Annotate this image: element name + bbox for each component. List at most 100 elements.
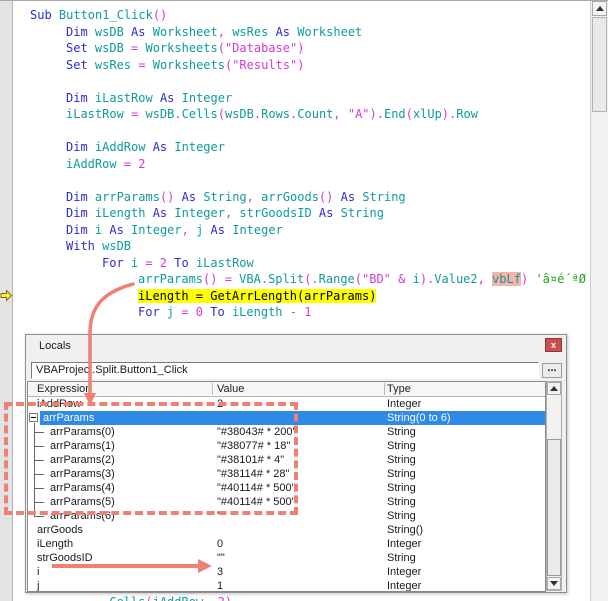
code-line[interactable]: Set wsDB = Worksheets("Database"): [13, 40, 591, 57]
code-token: Integer: [174, 206, 225, 220]
value-cell: "#38114# * 28": [217, 467, 289, 481]
locals-row[interactable]: arrGoodsString(): [28, 523, 545, 537]
scroll-down-button[interactable]: [547, 577, 561, 590]
code-token: Button1_Click: [59, 8, 153, 22]
code-token: Dim: [66, 140, 95, 154]
code-line[interactable]: [13, 172, 591, 189]
code-token: iLastRow: [66, 107, 131, 121]
code-line[interactable]: Dim arrParams() As String, arrGoods() As…: [13, 189, 591, 206]
code-token: - 1: [283, 305, 312, 319]
code-line[interactable]: For j = 0 To iLength - 1: [13, 304, 591, 321]
tree-expander-minus-icon[interactable]: [29, 413, 38, 422]
type-cell: String: [387, 509, 416, 523]
locals-grid: Expression Value Type iAddRow2Integerarr…: [27, 381, 546, 592]
locals-row[interactable]: arrParams(4)"#40114# * 500"String: [28, 481, 545, 495]
value-cell: "#40114# * 500": [217, 481, 296, 495]
value-cell: "#38077# * 18": [217, 439, 290, 453]
code-token: (): [153, 8, 167, 22]
code-token: As: [341, 190, 363, 204]
code-token: (): [160, 190, 182, 204]
locals-row[interactable]: j1Integer: [28, 579, 545, 592]
code-token: With: [66, 239, 102, 253]
value-cell: 2: [217, 397, 223, 411]
expression-cell: i: [37, 565, 39, 579]
value-cell: "#38101# * 4": [217, 453, 284, 467]
code-line[interactable]: Set wsRes = Worksheets("Results"): [13, 57, 591, 74]
code-line[interactable]: Dim i As Integer, j As Integer: [13, 222, 591, 239]
code-line[interactable]: With wsDB: [13, 238, 591, 255]
editor-vertical-scrollbar[interactable]: [590, 1, 608, 601]
code-token: wsRes: [95, 58, 138, 72]
expression-cell: arrParams(4): [50, 481, 115, 495]
code-token: Row: [456, 107, 478, 121]
editor-scrollbar-thumb[interactable]: [592, 17, 607, 112]
code-line[interactable]: Dim iLastRow As Integer: [13, 90, 591, 107]
scroll-up-button[interactable]: [547, 382, 561, 395]
code-line[interactable]: Dim wsDB As Worksheet, wsRes As Workshee…: [13, 24, 591, 41]
column-separator[interactable]: [212, 383, 213, 395]
code-token: strGoodsID: [239, 206, 318, 220]
locals-scrollbar[interactable]: [546, 381, 562, 591]
code-token: iLength: [232, 305, 283, 319]
type-cell: Integer: [387, 579, 421, 592]
code-line[interactable]: [13, 73, 591, 90]
scroll-up-button[interactable]: [592, 1, 607, 16]
code-token: ("Database"): [218, 41, 305, 55]
code-line[interactable]: iAddRow = 2: [13, 156, 591, 173]
code-token: Rows: [261, 107, 290, 121]
column-separator[interactable]: [384, 383, 385, 395]
locals-window: Locals x VBAProject.Split.Button1_Click …: [25, 334, 567, 593]
locals-row[interactable]: iLength0Integer: [28, 537, 545, 551]
locals-row[interactable]: arrParams(5)"#40114# * 500"String: [28, 495, 545, 509]
column-header-value[interactable]: Value: [217, 383, 244, 395]
type-cell: Integer: [387, 537, 421, 551]
locals-row[interactable]: arrParams(1)"#38077# * 18"String: [28, 439, 545, 453]
code-line[interactable]: For i = 2 To iLastRow: [13, 255, 591, 272]
locals-scrollbar-thumb[interactable]: [547, 439, 561, 576]
code-token: wsDB: [95, 25, 131, 39]
locals-context-dropdown[interactable]: VBAProject.Split.Button1_Click: [31, 362, 539, 379]
code-line[interactable]: [13, 123, 591, 140]
type-cell: String: [387, 495, 416, 509]
code-token: j: [196, 223, 210, 237]
code-line[interactable]: Dim iAddRow As Integer: [13, 139, 591, 156]
locals-row[interactable]: arrParams(2)"#38101# * 4"String: [28, 453, 545, 467]
close-button[interactable]: x: [545, 338, 562, 352]
locals-title: Locals: [39, 340, 71, 352]
code-token: Integer: [174, 140, 225, 154]
tree-branch-line: [34, 474, 44, 475]
locals-titlebar[interactable]: Locals x: [26, 335, 566, 359]
value-cell: "": [217, 509, 225, 523]
code-token: For: [138, 305, 167, 319]
code-token: String: [341, 206, 384, 220]
tree-vertical-line: [34, 423, 35, 516]
code-token: As: [131, 25, 153, 39]
code-line[interactable]: Dim iLength As Integer, strGoodsID As St…: [13, 205, 591, 222]
locals-grid-header[interactable]: Expression Value Type: [28, 382, 545, 397]
type-cell: String: [387, 551, 416, 565]
code-token: String: [203, 190, 246, 204]
locals-row[interactable]: arrParams(0)"#38043# * 200"String: [28, 425, 545, 439]
code-token: , 2): [203, 595, 232, 601]
code-token: Dim: [66, 25, 95, 39]
type-cell: String: [387, 425, 416, 439]
locals-row[interactable]: arrParams(6)""String: [28, 509, 545, 523]
locals-row[interactable]: arrParams(3)"#38114# * 28"String: [28, 467, 545, 481]
code-token: ): [521, 272, 535, 286]
code-token: Cells: [109, 595, 145, 601]
column-header-type[interactable]: Type: [387, 383, 411, 395]
code-line[interactable]: arrParams() = VBA.Split(.Range("BD" & i)…: [13, 271, 591, 288]
triangle-up-icon: [596, 6, 604, 11]
locals-row[interactable]: iAddRow2Integer: [28, 397, 545, 411]
locals-row[interactable]: strGoodsID""String: [28, 551, 545, 565]
code-line[interactable]: Sub Button1_Click(): [13, 7, 591, 24]
code-token: Sub: [30, 8, 59, 22]
column-header-expression[interactable]: Expression: [37, 383, 91, 395]
more-button[interactable]: ...: [542, 363, 562, 378]
locals-row[interactable]: i3Integer: [28, 565, 545, 579]
vba-code-window: Sub Button1_Click()Dim wsDB As Worksheet…: [0, 0, 608, 601]
code-line[interactable]: iLength = GetArrLength(arrParams): [13, 288, 591, 305]
code-token: =: [131, 107, 145, 121]
code-line[interactable]: iLastRow = wsDB.Cells(wsDB.Rows.Count, "…: [13, 106, 591, 123]
locals-row[interactable]: arrParamsString(0 to 6): [28, 411, 545, 425]
